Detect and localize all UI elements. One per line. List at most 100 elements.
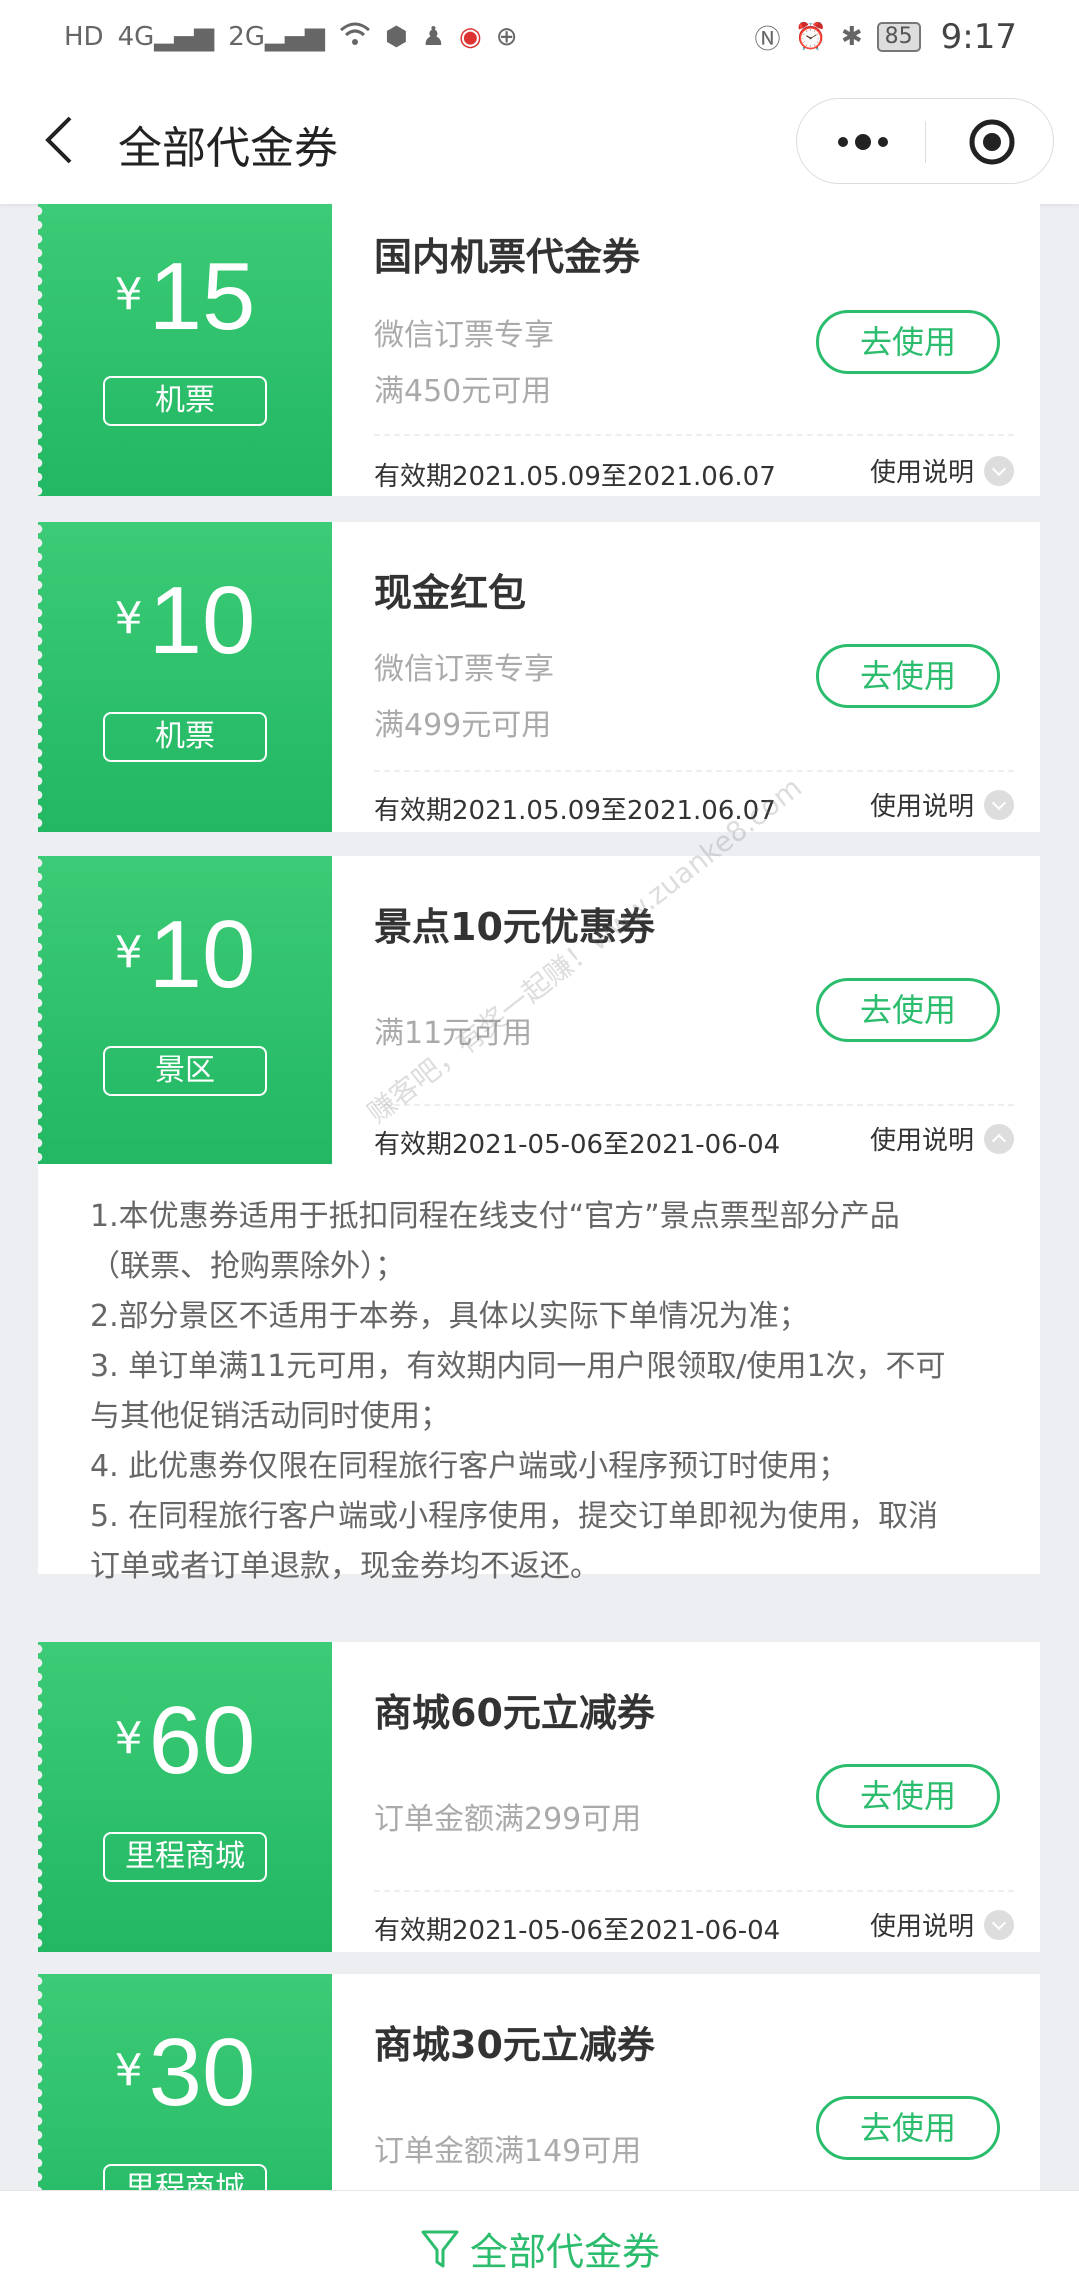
page-title: 全部代金券 [118,123,338,174]
usage-instructions-label: 使用说明 [869,1912,974,1942]
2g-signal-icon: 2G▂▄▆ [228,22,325,52]
coupon-title: 国内机票代金券 [374,235,641,279]
coupon-category-tag: 里程商城 [103,2164,267,2190]
coupon-validity: 有效期2021-05-06至2021-06-04 [374,1130,781,1160]
coupon-filter-button[interactable]: 全部代金券 [420,2221,660,2276]
use-coupon-button[interactable]: 去使用 [816,310,1000,374]
capsule-divider [925,121,926,163]
coupon-category-tag: 里程商城 [103,1832,267,1882]
coupon-condition: 满499元可用 [374,708,552,743]
chevron-left-icon [45,116,72,164]
chevron-down-icon [984,455,1014,486]
shield-icon: ⬢ [384,22,408,52]
amount-value: 15 [148,243,256,350]
coupon-card: ¥15 机票 国内机票代金券 微信订票专享 满450元可用 去使用 有效期202… [38,204,1040,496]
coupon-amount: ¥10 [38,566,332,676]
coupon-title: 现金红包 [374,571,527,615]
close-mini-program-button[interactable] [967,117,1017,167]
chevron-down-icon [984,1909,1014,1940]
nav-bar: 全部代金券 [0,74,1079,204]
coupon-stub: ¥10 机票 [38,522,332,832]
rule-line: 5. 在同程旅行客户端或小程序使用，提交订单即视为使用，取消 [90,1499,939,1534]
amount-value: 10 [148,901,256,1008]
coupon-card: ¥30 里程商城 商城30元立减券 订单金额满149可用 去使用 [38,1974,1040,2190]
currency-symbol: ¥ [114,593,143,644]
coupon-amount: ¥60 [38,1686,332,1796]
currency-symbol: ¥ [114,927,143,978]
coupon-amount: ¥30 [38,2018,332,2128]
coupon-divider [374,434,1014,436]
filter-label: 全部代金券 [470,2230,661,2274]
coupon-card: ¥10 景区 景点10元优惠券 满11元可用 去使用 有效期2021-05-06… [38,856,1040,1166]
coupon-condition: 订单金额满299可用 [374,1802,642,1837]
status-right: Ⓝ ⏰ ✱ 85 9:17 [754,17,1017,57]
more-menu-button[interactable] [835,127,891,157]
use-coupon-button[interactable]: 去使用 [816,978,1000,1042]
coupon-title: 商城30元立减券 [374,2023,655,2067]
coupon-category-tag: 景区 [103,1046,267,1096]
coupon-amount: ¥10 [38,900,332,1010]
bluetooth-icon: ✱ [840,22,863,52]
status-left: HD 4G▂▄▆ 2G▂▄▆ ⬢ ♟ ◉ ⊕ [64,21,517,54]
rule-line: （联票、抢购票除外）； [90,1249,405,1284]
rule-line: 3. 单订单满11元可用，有效期内同一用户限领取/使用1次，不可 [90,1349,946,1384]
use-coupon-button[interactable]: 去使用 [816,644,1000,708]
coupon-card: ¥60 里程商城 商城60元立减券 订单金额满299可用 去使用 有效期2021… [38,1642,1040,1952]
usage-instructions-toggle[interactable]: 使用说明 [870,786,1014,823]
4g-signal-icon: 4G▂▄▆ [117,22,215,52]
coupon-stub: ¥30 里程商城 [38,1974,332,2190]
chevron-down-icon [984,789,1014,820]
coupon-divider [374,1890,1014,1892]
chevron-up-icon [984,1123,1014,1154]
status-time: 9:17 [940,17,1017,57]
coupon-title: 商城60元立减券 [374,1691,655,1735]
rule-line: 2.部分景区不适用于本券，具体以实际下单情况为准； [90,1299,809,1334]
coupon-stub: ¥10 景区 [38,856,332,1166]
nfc-icon: Ⓝ [754,24,781,55]
back-button[interactable] [40,114,80,166]
rule-line: 与其他促销活动同时使用； [90,1399,450,1434]
coupon-validity: 有效期2021-05-06至2021-06-04 [374,1916,781,1946]
usage-instructions-label: 使用说明 [869,1126,974,1156]
coupon-validity: 有效期2021.05.09至2021.06.07 [374,462,776,492]
usage-instructions-toggle[interactable]: 使用说明 [870,452,1014,489]
coupon-amount: ¥15 [38,242,332,352]
battery-icon: 85 [876,22,921,52]
filter-icon [421,2230,459,2267]
network-4g-label: 4G [117,22,155,52]
rule-line: 4. 此优惠券仅限在同程旅行客户端或小程序预订时使用； [90,1449,849,1484]
usage-rules-panel: 1.本优惠券适用于抵扣同程在线支付“官方”景点票型部分产品 （联票、抢购票除外）… [38,1164,1040,1584]
coupon-condition: 满450元可用 [374,374,552,409]
use-coupon-button[interactable]: 去使用 [816,2096,1000,2160]
usage-instructions-label: 使用说明 [869,792,974,822]
coupon-condition: 微信订票专享 [374,652,554,687]
amount-value: 60 [148,1687,256,1794]
usage-instructions-toggle[interactable]: 使用说明 [870,1120,1014,1157]
globe-icon: ⊕ [495,22,518,52]
coupon-divider [374,1104,1014,1106]
target-icon [969,119,1015,165]
bottom-bar: 全部代金券 [0,2190,1079,2281]
rule-line: 订单或者订单退款，现金券均不返还。 [90,1549,600,1584]
network-2g-label: 2G [228,22,265,52]
status-bar: HD 4G▂▄▆ 2G▂▄▆ ⬢ ♟ ◉ ⊕ Ⓝ ⏰ ✱ 85 9:17 [0,0,1079,74]
currency-symbol: ¥ [114,269,143,320]
coupon-card: ¥10 机票 现金红包 微信订票专享 满499元可用 去使用 有效期2021.0… [38,522,1040,832]
usage-instructions-toggle[interactable]: 使用说明 [870,1906,1014,1943]
coupon-divider [374,770,1014,772]
amount-value: 10 [148,567,256,674]
usage-instructions-label: 使用说明 [869,458,974,488]
wifi-icon [339,21,371,54]
qq-icon: ♟ [421,22,445,52]
more-dots-icon [838,134,888,150]
coupon-condition: 订单金额满149可用 [374,2134,642,2169]
hd-icon: HD [64,22,104,52]
weibo-icon: ◉ [459,22,482,52]
coupon-stub: ¥60 里程商城 [38,1642,332,1952]
currency-symbol: ¥ [114,1713,143,1764]
use-coupon-button[interactable]: 去使用 [816,1764,1000,1828]
alarm-icon: ⏰ [794,22,827,52]
mini-program-capsule [796,98,1054,184]
rule-line: 1.本优惠券适用于抵扣同程在线支付“官方”景点票型部分产品 [90,1199,900,1234]
coupon-condition: 微信订票专享 [374,318,554,353]
